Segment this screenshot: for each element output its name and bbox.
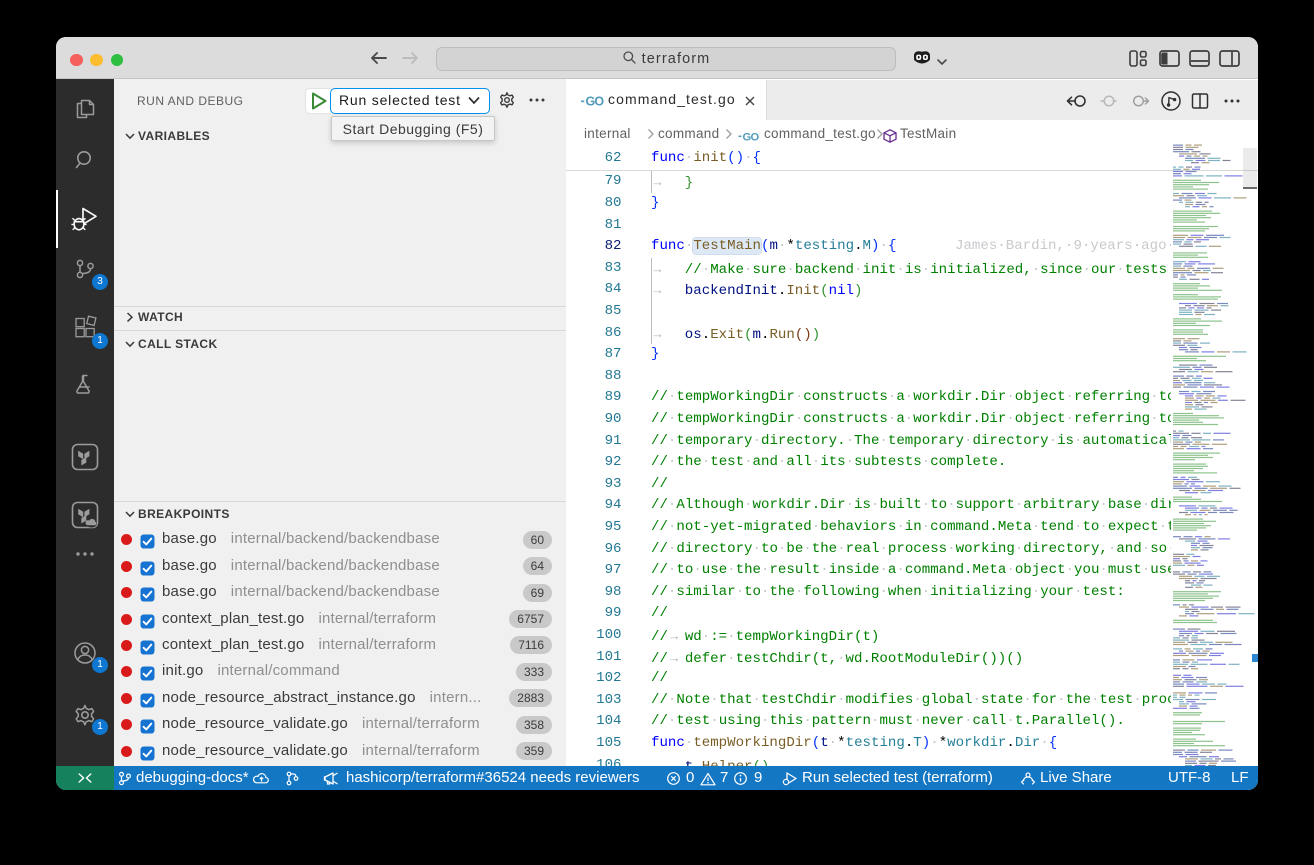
svg-text:GO: GO bbox=[586, 95, 605, 109]
svg-text:GO: GO bbox=[743, 131, 760, 143]
